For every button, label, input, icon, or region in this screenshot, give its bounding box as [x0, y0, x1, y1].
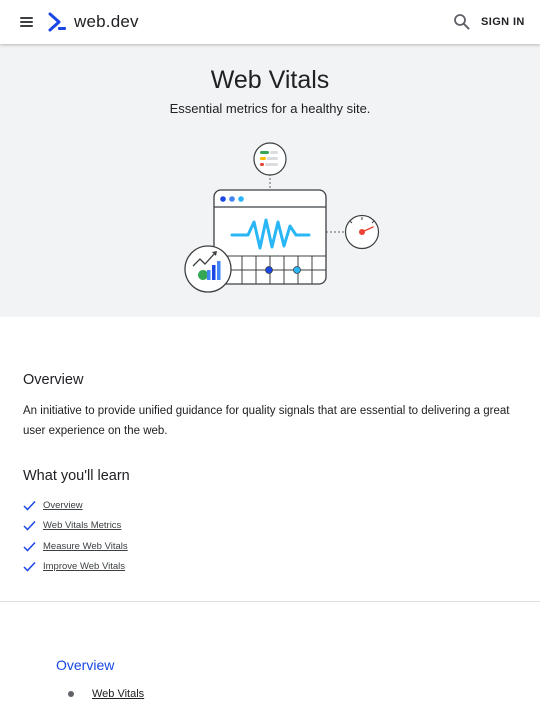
search-icon[interactable] — [453, 13, 471, 31]
hero-banner: Web Vitals Essential metrics for a healt… — [0, 44, 540, 317]
check-icon — [23, 562, 36, 572]
learn-link-improve[interactable]: Improve Web Vitals — [43, 561, 125, 572]
learn-item: Improve Web Vitals — [23, 557, 128, 578]
page-title: Web Vitals — [210, 66, 330, 94]
web-dev-logo[interactable]: web.dev — [47, 11, 139, 33]
logo-text: web.dev — [74, 12, 139, 31]
check-icon — [23, 500, 36, 511]
check-icon — [23, 521, 36, 531]
web-dev-logo-icon — [48, 12, 66, 32]
section-divider — [0, 601, 540, 602]
learn-item: Web Vitals Metrics — [23, 516, 128, 537]
learn-item: Measure Web Vitals — [23, 536, 128, 557]
overview-heading: Overview — [23, 372, 84, 388]
web-vitals-illustration — [184, 142, 380, 293]
learn-link-measure[interactable]: Measure Web Vitals — [43, 541, 128, 552]
learn-heading: What you'll learn — [23, 468, 130, 484]
bullet-icon — [68, 691, 74, 697]
overview-description: An initiative to provide unified guidanc… — [23, 405, 510, 437]
learn-list: Overview Web Vitals Metrics Measure Web … — [23, 495, 128, 577]
toc-overview-link[interactable]: Overview — [56, 657, 114, 673]
top-app-bar: web.dev SIGN IN — [0, 0, 540, 44]
learn-link-overview[interactable]: Overview — [43, 500, 83, 511]
check-icon — [23, 541, 36, 552]
sign-in-button[interactable]: SIGN IN — [481, 16, 525, 28]
page-subtitle: Essential metrics for a healthy site. — [169, 101, 371, 116]
learn-link-metrics[interactable]: Web Vitals Metrics — [43, 520, 121, 531]
menu-icon[interactable] — [18, 14, 36, 30]
toc-item: Web Vitals — [68, 688, 144, 700]
learn-item: Overview — [23, 495, 128, 516]
toc-link-web-vitals[interactable]: Web Vitals — [92, 688, 144, 700]
